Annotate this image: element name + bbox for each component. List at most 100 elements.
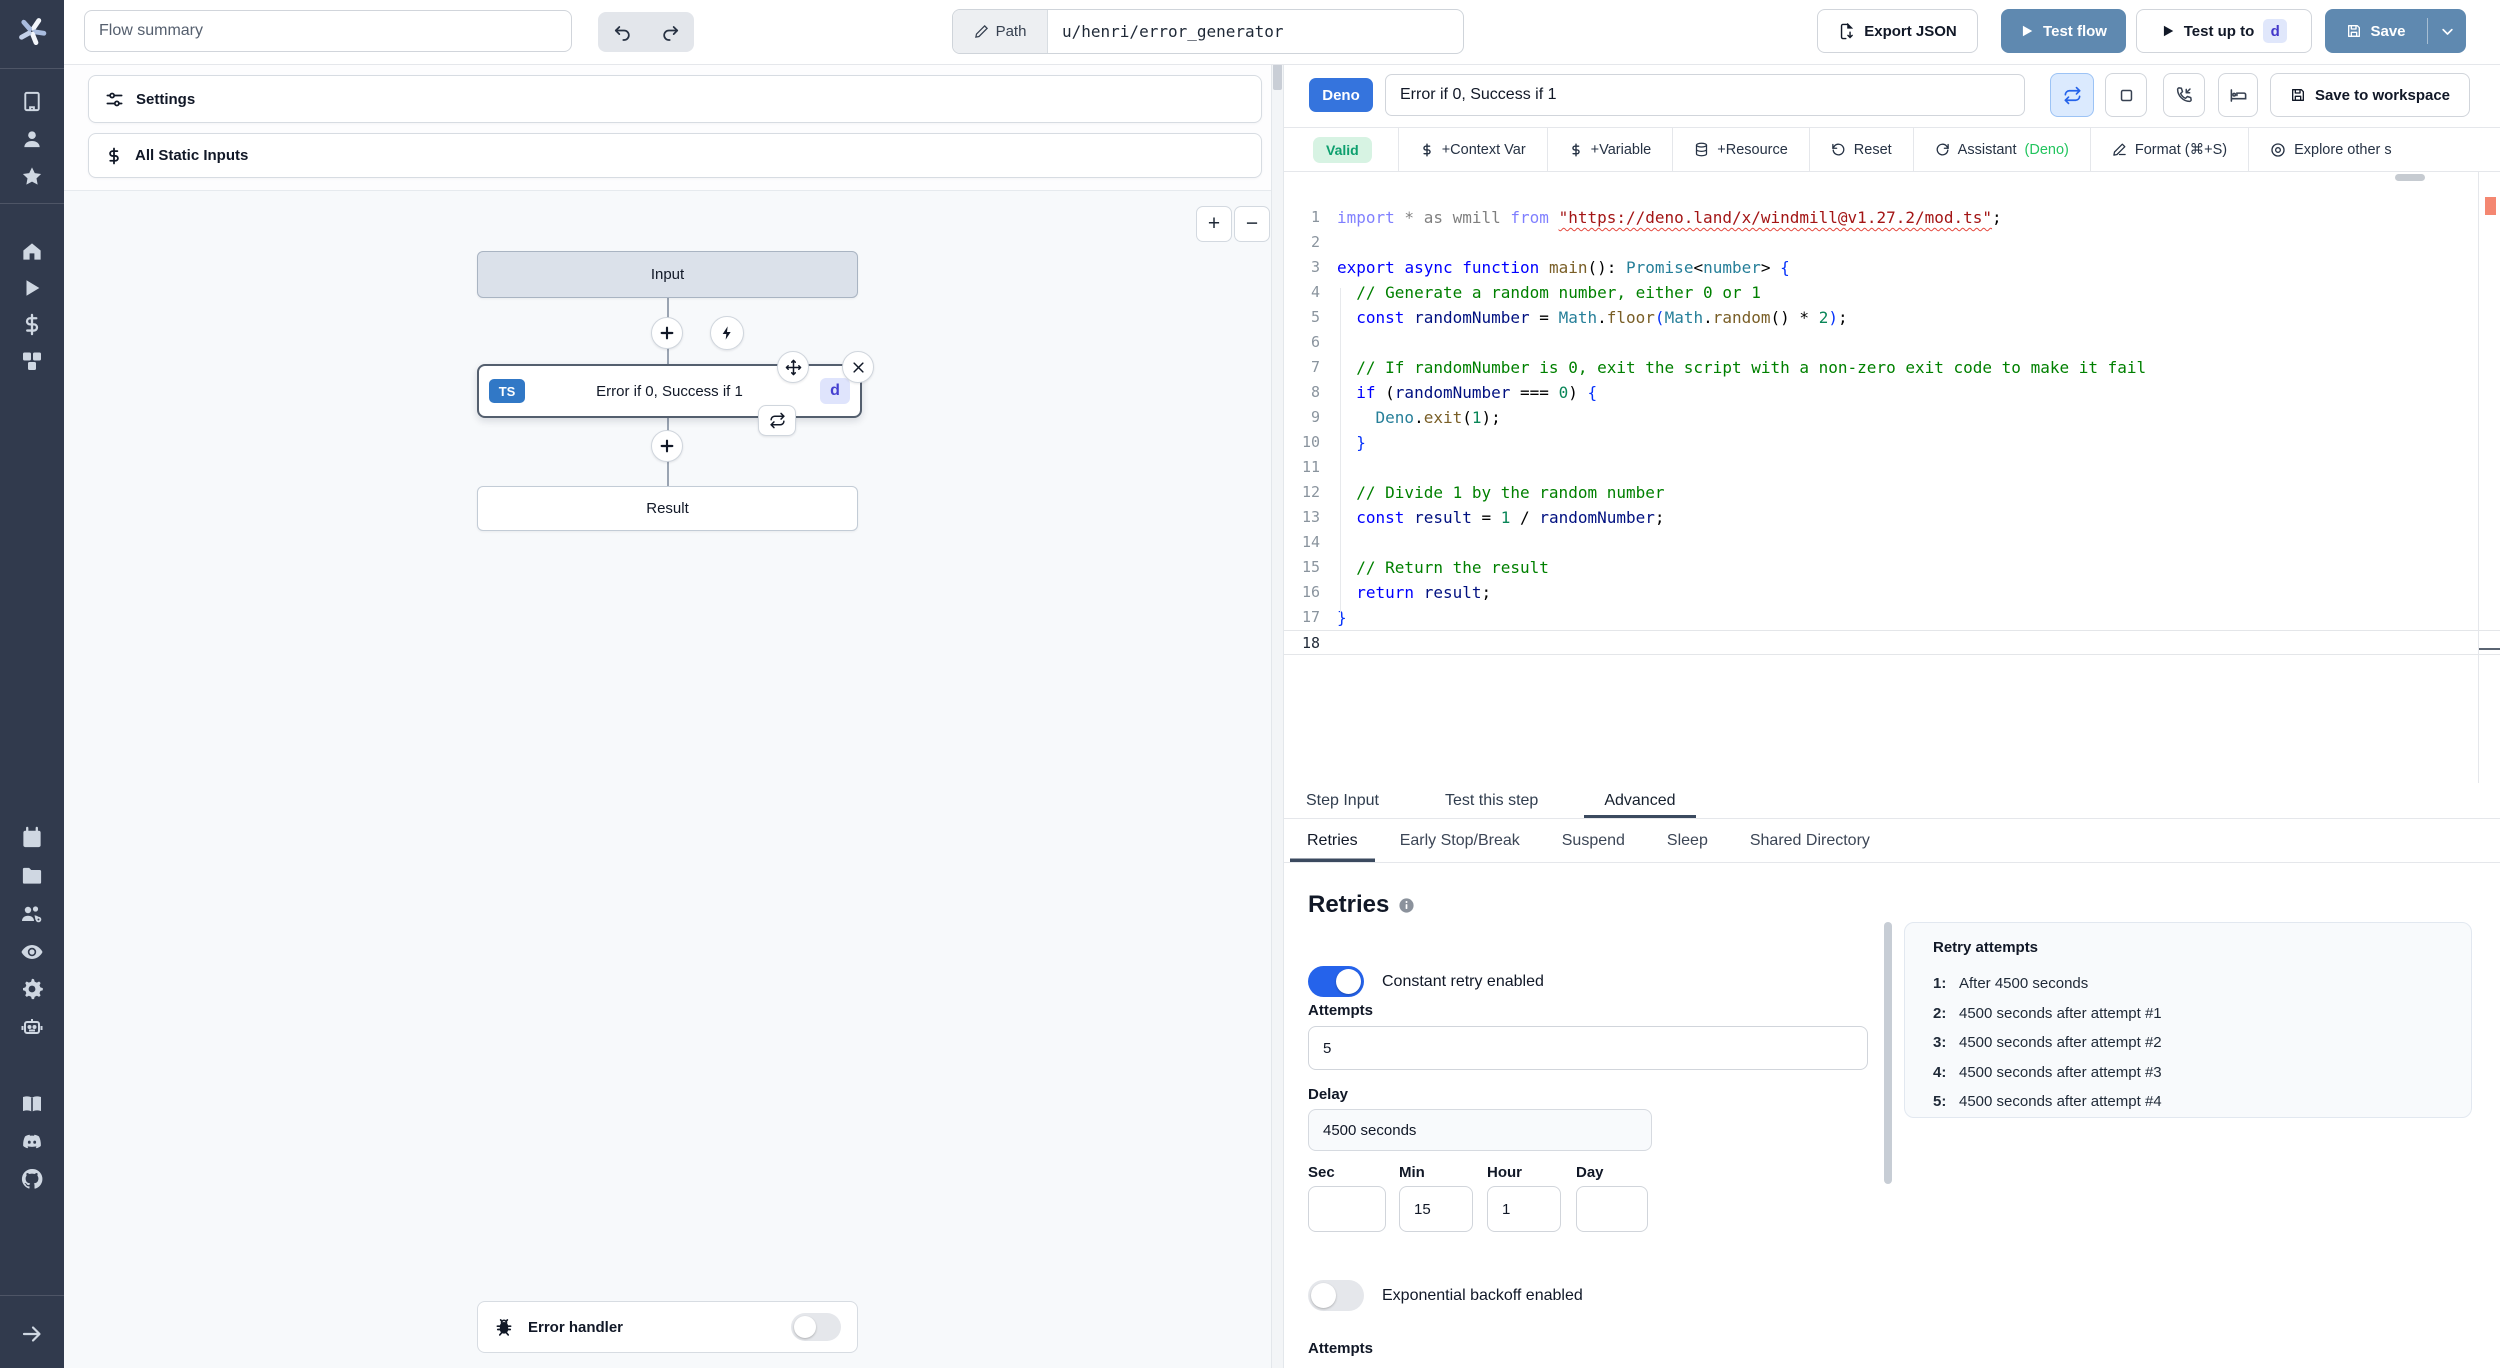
windmill-logo-icon[interactable] [15,14,49,48]
variables-dollar-icon[interactable] [21,313,44,336]
zoom-out-button[interactable]: − [1234,206,1270,242]
folders-icon[interactable] [21,864,44,887]
error-handler-toggle[interactable] [791,1313,841,1341]
subtab-sleep[interactable]: Sleep [1650,819,1725,862]
valid-status-badge: Valid [1313,136,1372,163]
workspace-building-icon[interactable] [21,90,44,113]
code-line[interactable]: 17} [1284,605,2500,630]
early-stop-indicator-button[interactable] [2105,73,2147,117]
code-line[interactable]: 2 [1284,230,2500,255]
flow-summary-input[interactable] [84,10,572,52]
attempts-label: Attempts [1308,1002,1374,1019]
sleep-indicator-button[interactable] [2218,73,2258,117]
delay-input[interactable] [1308,1109,1652,1151]
add-variable-button[interactable]: +Variable [1546,128,1673,171]
content-scrollbar-thumb[interactable] [1884,922,1892,1184]
hour-input[interactable] [1487,1186,1561,1232]
insert-step-button[interactable] [651,430,683,462]
explore-scripts-button[interactable]: Explore other s [2248,128,2413,171]
save-dropdown-button[interactable] [2428,24,2466,39]
flow-graph-canvas[interactable]: + − Input TS Error if 0, Success if 1 d [64,190,1271,1368]
add-resource-button[interactable]: +Resource [1672,128,1809,171]
code-line[interactable]: 9 Deno.exit(1); [1284,405,2500,430]
code-line[interactable]: 14 [1284,530,2500,555]
tab-test-this-step[interactable]: Test this step [1425,783,1558,818]
suspend-indicator-button[interactable] [2163,73,2205,117]
user-icon[interactable] [21,128,44,151]
github-icon[interactable] [20,1167,44,1191]
play-icon [2020,24,2034,38]
subtab-retries[interactable]: Retries [1290,819,1375,862]
result-node[interactable]: Result [477,486,858,531]
code-line[interactable]: 10 } [1284,430,2500,455]
code-line[interactable]: 1 import * as wmill from "https://deno.la… [1284,205,2500,230]
panel-resize-divider[interactable] [1271,64,1284,1368]
tab-advanced[interactable]: Advanced [1584,783,1695,818]
constant-retry-toggle[interactable] [1308,966,1364,997]
delete-step-button[interactable] [842,351,874,383]
add-context-var-button[interactable]: +Context Var [1397,128,1547,171]
tab-step-input[interactable]: Step Input [1286,783,1399,818]
zoom-in-button[interactable]: + [1196,206,1232,242]
undo-button[interactable] [602,16,642,48]
code-line[interactable]: 15 // Return the result [1284,555,2500,580]
save-to-workspace-button[interactable]: Save to workspace [2270,73,2470,117]
code-line[interactable]: 16 return result; [1284,580,2500,605]
all-static-inputs-row[interactable]: All Static Inputs [88,133,1262,178]
runs-play-icon[interactable] [21,277,43,299]
reset-button[interactable]: Reset [1808,128,1913,171]
groups-users-icon[interactable] [20,902,44,926]
code-line[interactable]: 6 [1284,330,2500,355]
audit-eye-icon[interactable] [20,940,44,964]
retries-indicator-button[interactable] [2050,73,2094,117]
toolbar-scrollbar-thumb[interactable] [2395,174,2425,181]
attempts-input[interactable] [1308,1026,1868,1070]
move-step-button[interactable] [777,351,809,383]
settings-gear-icon[interactable] [20,977,44,1001]
panel-resize-handle[interactable] [1273,64,1282,90]
code-editor[interactable]: 1 import * as wmill from "https://deno.la… [1284,172,2500,783]
sec-input[interactable] [1308,1186,1386,1232]
retry-indicator-button[interactable] [758,405,796,436]
subtab-shared-directory[interactable]: Shared Directory [1733,819,1887,862]
test-up-to-button[interactable]: Test up to d [2136,9,2312,53]
exponential-backoff-toggle[interactable] [1308,1280,1364,1311]
subtab-suspend[interactable]: Suspend [1545,819,1642,862]
code-line[interactable]: 7 // If randomNumber is 0, exit the scri… [1284,355,2500,380]
path-field[interactable]: Path u/henri/error_generator [952,9,1464,54]
code-line[interactable]: 3 export async function main(): Promise<n… [1284,255,2500,280]
code-line[interactable]: 12 // Divide 1 by the random number [1284,480,2500,505]
code-line[interactable]: 11 [1284,455,2500,480]
expand-sidebar-arrow-icon[interactable] [20,1322,44,1346]
schedules-calendar-icon[interactable] [21,826,44,849]
subtab-early-stop[interactable]: Early Stop/Break [1383,819,1537,862]
discord-icon[interactable] [20,1130,44,1154]
redo-button[interactable] [650,16,690,48]
code-line[interactable]: 18 [1284,630,2500,655]
min-input[interactable] [1399,1186,1473,1232]
flow-settings-row[interactable]: Settings [88,75,1262,123]
indent-guide [1340,288,1341,613]
code-line[interactable]: 8 if (randomNumber === 0) { [1284,380,2500,405]
resources-cubes-icon[interactable] [20,349,44,373]
test-flow-button[interactable]: Test flow [2001,9,2126,53]
export-json-button[interactable]: Export JSON [1817,9,1978,53]
save-button[interactable]: Save [2325,23,2427,40]
day-input[interactable] [1576,1186,1648,1232]
code-line[interactable]: 5 const randomNumber = Math.floor(Math.r… [1284,305,2500,330]
error-handler-row[interactable]: Error handler [477,1301,858,1353]
input-node[interactable]: Input [477,251,858,298]
code-line[interactable]: 13 const result = 1 / randomNumber; [1284,505,2500,530]
assistant-button[interactable]: Assistant (Deno) [1912,128,2090,171]
path-value[interactable]: u/henri/error_generator [1048,10,1463,53]
workers-robot-icon[interactable] [20,1014,44,1038]
docs-book-icon[interactable] [20,1092,44,1116]
code-line[interactable]: 4 // Generate a random number, either 0 … [1284,280,2500,305]
info-icon[interactable] [1398,897,1415,914]
trigger-bolt-button[interactable] [710,316,744,350]
home-icon[interactable] [21,240,44,263]
format-button[interactable]: Format (⌘+S) [2089,128,2248,171]
favorites-star-icon[interactable] [21,165,44,188]
step-name-input[interactable] [1385,74,2025,116]
insert-step-button[interactable] [651,317,683,349]
